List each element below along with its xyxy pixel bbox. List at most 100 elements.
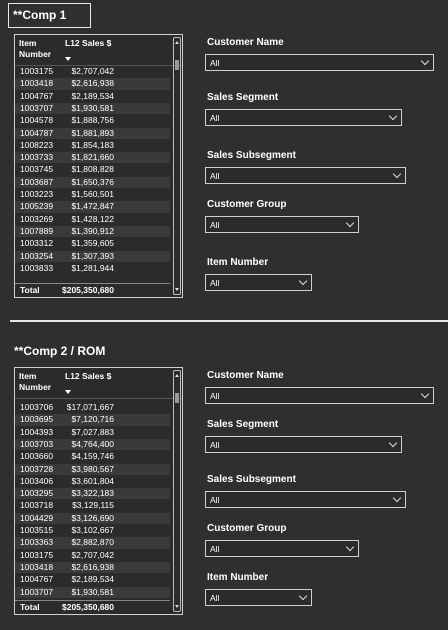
cell-l12-sales: $1,821,660 bbox=[71, 152, 114, 163]
cell-item-number: 1003363 bbox=[20, 537, 54, 548]
cell-item-number: 1003718 bbox=[20, 500, 54, 511]
cell-l12-sales: $2,707,042 bbox=[71, 66, 114, 76]
table-row[interactable]: 1004429 $3,126,690 bbox=[15, 512, 170, 524]
table-row[interactable]: 1003175 $2,707,042 bbox=[15, 66, 170, 77]
scroll-down-icon[interactable] bbox=[175, 288, 179, 291]
cell-l12-sales: $3,102,667 bbox=[71, 525, 114, 535]
table-row[interactable]: 1004393 $7,027,883 bbox=[15, 427, 170, 438]
table-row[interactable]: 1004767 $2,189,534 bbox=[15, 91, 170, 102]
dropdown-value: All bbox=[210, 220, 220, 230]
table-row[interactable]: 1003707 $1,930,581 bbox=[15, 586, 170, 598]
table-row[interactable]: 1004578 $1,888,756 bbox=[15, 115, 170, 126]
filter-label-sales-segment: Sales Segment bbox=[207, 92, 279, 103]
comp1-table[interactable]: Item Number L12 Sales $ 1003175 $2,707,04… bbox=[14, 34, 183, 298]
table-row[interactable]: 1003254 $1,307,393 bbox=[15, 250, 170, 262]
column-header-l12-sales[interactable]: L12 Sales $ bbox=[65, 371, 111, 381]
total-value: $205,350,680 bbox=[62, 602, 114, 612]
table-row[interactable]: 1003695 $7,120,716 bbox=[15, 414, 170, 426]
chevron-down-icon bbox=[298, 591, 308, 601]
dropdown-value: All bbox=[210, 544, 220, 554]
table-row[interactable]: 1003295 $3,322,183 bbox=[15, 488, 170, 500]
table-row[interactable]: 1003703 $4,764,400 bbox=[15, 438, 170, 451]
sales-segment-dropdown[interactable]: All bbox=[205, 109, 402, 126]
sales-subsegment-dropdown[interactable]: All bbox=[205, 491, 406, 508]
customer-group-dropdown[interactable]: All bbox=[205, 540, 359, 557]
scroll-down-icon[interactable] bbox=[175, 605, 179, 608]
table-row[interactable]: 1003718 $3,129,115 bbox=[15, 500, 170, 511]
table-row[interactable]: 1003733 $1,821,660 bbox=[15, 152, 170, 164]
cell-l12-sales: $2,616,938 bbox=[71, 78, 114, 89]
sort-descending-icon[interactable] bbox=[65, 390, 71, 394]
table-row[interactable]: 1003269 $1,428,122 bbox=[15, 214, 170, 225]
cell-l12-sales: $3,601,804 bbox=[71, 475, 114, 486]
table-row[interactable]: 1003515 $3,102,667 bbox=[15, 525, 170, 536]
column-header-item-number[interactable]: Item Number bbox=[19, 38, 55, 60]
comp2-table-header: Item Number L12 Sales $ bbox=[15, 368, 182, 399]
table-row[interactable]: 1003223 $1,560,501 bbox=[15, 189, 170, 200]
cell-l12-sales: $7,120,716 bbox=[71, 414, 114, 425]
filter-label-item-number: Item Number bbox=[207, 257, 269, 268]
cell-item-number: 1003707 bbox=[20, 102, 54, 113]
chevron-down-icon bbox=[298, 276, 308, 286]
cell-l12-sales: $3,126,690 bbox=[71, 512, 114, 523]
customer-name-dropdown[interactable]: All bbox=[205, 387, 434, 404]
table-row[interactable]: 1003707 $1,930,581 bbox=[15, 102, 170, 115]
table-row[interactable]: 1003418 $2,616,938 bbox=[15, 561, 170, 574]
filter-label-item-number: Item Number bbox=[207, 572, 269, 583]
dropdown-value: All bbox=[210, 440, 220, 450]
cell-item-number: 1003660 bbox=[20, 451, 54, 462]
comp2-scrollbar[interactable] bbox=[173, 370, 181, 612]
table-row[interactable]: 1003418 $2,616,938 bbox=[15, 78, 170, 90]
sort-descending-icon[interactable] bbox=[65, 57, 71, 61]
scroll-thumb[interactable] bbox=[175, 60, 179, 70]
filter-label-customer-group: Customer Group bbox=[207, 199, 287, 210]
cell-l12-sales: $2,189,534 bbox=[71, 574, 114, 585]
cell-item-number: 1004578 bbox=[20, 115, 54, 126]
cell-l12-sales: $2,616,938 bbox=[71, 561, 114, 572]
cell-item-number: 1003687 bbox=[20, 176, 54, 187]
sales-segment-dropdown[interactable]: All bbox=[205, 436, 402, 453]
table-row[interactable]: 1007889 $1,390,912 bbox=[15, 225, 170, 238]
scroll-up-icon[interactable] bbox=[175, 41, 179, 44]
chevron-down-icon bbox=[392, 493, 402, 503]
table-row[interactable]: 1003363 $2,882,870 bbox=[15, 537, 170, 549]
table-row[interactable]: 1003833 $1,281,944 bbox=[15, 263, 170, 274]
table-row[interactable]: 1004767 $2,189,534 bbox=[15, 574, 170, 585]
table-row[interactable]: 1005239 $1,472,847 bbox=[15, 201, 170, 213]
cell-item-number: 1003706 bbox=[20, 402, 54, 412]
filter-label-sales-segment: Sales Segment bbox=[207, 419, 279, 430]
cell-l12-sales: $3,980,567 bbox=[71, 463, 114, 474]
table-row[interactable]: 1003406 $3,601,804 bbox=[15, 476, 170, 487]
table-row[interactable]: 1003706 $17,071,667 bbox=[15, 402, 170, 413]
table-row[interactable]: 1003175 $2,707,042 bbox=[15, 550, 170, 561]
customer-group-dropdown[interactable]: All bbox=[205, 216, 359, 233]
cell-item-number: 1003703 bbox=[20, 438, 54, 449]
cell-l12-sales: $1,650,376 bbox=[71, 176, 114, 187]
scroll-thumb[interactable] bbox=[175, 393, 179, 403]
chevron-down-icon bbox=[388, 438, 398, 448]
table-row[interactable]: 1003687 $1,650,376 bbox=[15, 176, 170, 188]
table-row[interactable]: 1003312 $1,359,605 bbox=[15, 238, 170, 249]
table-row[interactable]: 1003660 $4,159,746 bbox=[15, 451, 170, 462]
customer-name-dropdown[interactable]: All bbox=[205, 54, 434, 71]
column-header-item-number[interactable]: Item Number bbox=[19, 371, 55, 393]
comp1-section: **Comp 1 Item Number L12 Sales $ 1003175… bbox=[0, 0, 448, 320]
filter-label-sales-subsegment: Sales Subsegment bbox=[207, 474, 296, 485]
table-row[interactable]: 1003745 $1,808,828 bbox=[15, 164, 170, 175]
filter-label-customer-name: Customer Name bbox=[207, 37, 284, 48]
scroll-up-icon[interactable] bbox=[175, 374, 179, 377]
cell-item-number: 1003269 bbox=[20, 213, 54, 224]
column-header-l12-sales[interactable]: L12 Sales $ bbox=[65, 38, 111, 48]
table-row[interactable]: 1003728 $3,980,567 bbox=[15, 463, 170, 475]
comp2-table[interactable]: Item Number L12 Sales $ 1003706 $17,071,6… bbox=[14, 367, 183, 615]
item-number-dropdown[interactable]: All bbox=[205, 589, 312, 606]
table-row[interactable]: 1008223 $1,854,183 bbox=[15, 140, 170, 151]
cell-l12-sales: $4,764,400 bbox=[71, 438, 114, 449]
filter-label-sales-subsegment: Sales Subsegment bbox=[207, 150, 296, 161]
cell-l12-sales: $1,888,756 bbox=[71, 115, 114, 126]
sales-subsegment-dropdown[interactable]: All bbox=[205, 167, 406, 184]
item-number-dropdown[interactable]: All bbox=[205, 274, 312, 291]
table-row[interactable]: 1004787 $1,881,893 bbox=[15, 127, 170, 139]
comp1-scrollbar[interactable] bbox=[173, 37, 181, 295]
cell-l12-sales: $3,322,183 bbox=[71, 488, 114, 499]
